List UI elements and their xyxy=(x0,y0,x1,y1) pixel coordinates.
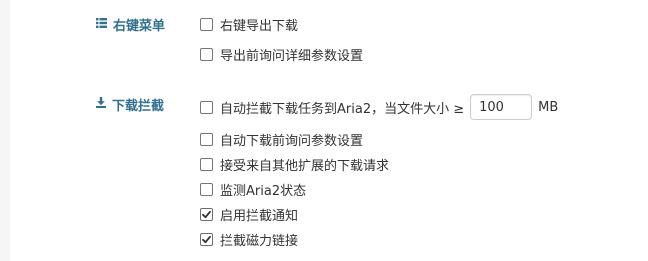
option-label: 启用拦截通知 xyxy=(220,209,299,224)
option-label: 右键导出下载 xyxy=(220,19,299,34)
option-accept-other-extensions[interactable]: 接受来自其他扩展的下载请求 xyxy=(200,155,389,174)
checkmark-icon xyxy=(202,235,211,244)
settings-panel: 右键菜单 右键导出下载 导出前询问详细参数设置 下载拦截 自动拦截下载任务到Ar… xyxy=(10,0,648,261)
checkbox-intercept-magnet-links[interactable] xyxy=(200,233,213,246)
checkbox-accept-other-extensions[interactable] xyxy=(200,158,213,171)
checkbox-enable-intercept-notification[interactable] xyxy=(200,208,213,221)
file-size-threshold-input[interactable] xyxy=(470,94,533,120)
option-monitor-aria2[interactable]: 监测Aria2状态 xyxy=(200,180,306,199)
auto-intercept-label: 自动拦截下载任务到Aria2，当文件大小 ≥ xyxy=(220,101,465,117)
download-intercept-section-label: 下载拦截 xyxy=(96,95,164,114)
option-label: 接受来自其他扩展的下载请求 xyxy=(220,159,390,174)
checkbox-ask-before-export[interactable] xyxy=(200,48,213,61)
option-ask-before-auto-download[interactable]: 自动下载前询问参数设置 xyxy=(200,130,363,149)
download-icon xyxy=(96,97,106,112)
list-icon xyxy=(96,17,107,32)
checkbox-auto-intercept[interactable] xyxy=(200,100,213,114)
option-label: 自动下载前询问参数设置 xyxy=(220,134,364,149)
checkbox-ask-before-auto-download[interactable] xyxy=(200,133,213,146)
context-menu-section-label: 右键菜单 xyxy=(96,15,165,34)
option-auto-intercept-size: 自动拦截下载任务到Aria2，当文件大小 ≥ MB xyxy=(200,94,558,120)
option-ask-before-export[interactable]: 导出前询问详细参数设置 xyxy=(200,45,363,64)
download-intercept-section-title: 下载拦截 xyxy=(112,99,165,114)
size-unit-label: MB xyxy=(538,99,559,115)
checkmark-icon xyxy=(202,210,211,219)
option-context-menu-export[interactable]: 右键导出下载 xyxy=(200,15,298,34)
checkbox-context-menu-export[interactable] xyxy=(200,18,213,31)
option-label: 导出前询问详细参数设置 xyxy=(220,49,364,64)
option-enable-intercept-notification[interactable]: 启用拦截通知 xyxy=(200,205,298,224)
option-label: 拦截磁力链接 xyxy=(220,234,299,249)
context-menu-section-title: 右键菜单 xyxy=(113,19,166,34)
checkbox-monitor-aria2[interactable] xyxy=(200,183,213,196)
option-intercept-magnet-links[interactable]: 拦截磁力链接 xyxy=(200,230,298,249)
option-label: 监测Aria2状态 xyxy=(220,184,307,199)
